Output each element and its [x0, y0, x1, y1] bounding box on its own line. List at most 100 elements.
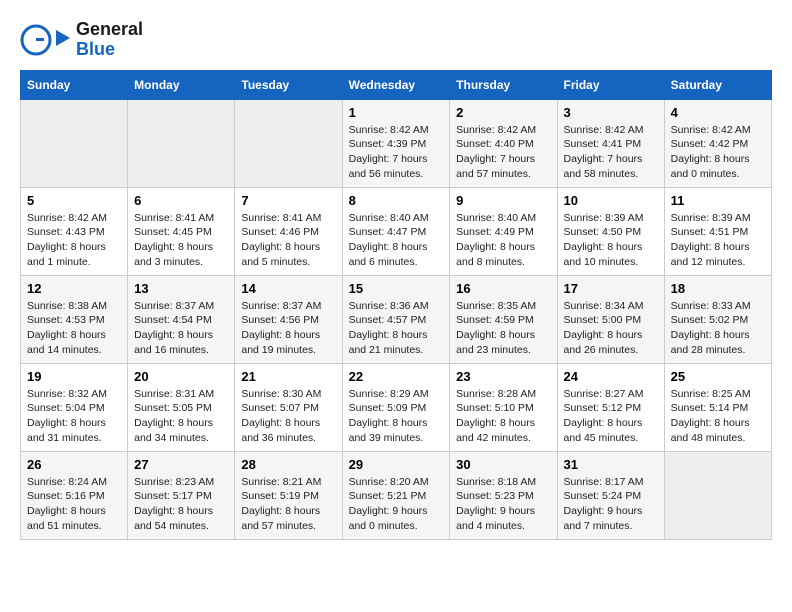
calendar-cell: 23 Sunrise: 8:28 AM Sunset: 5:10 PM Dayli… [450, 363, 557, 451]
calendar-cell: 15 Sunrise: 8:36 AM Sunset: 4:57 PM Dayli… [342, 275, 450, 363]
day-info: Sunrise: 8:25 AM Sunset: 5:14 PM Dayligh… [671, 387, 765, 446]
day-number: 20 [134, 369, 228, 384]
day-info: Sunrise: 8:21 AM Sunset: 5:19 PM Dayligh… [241, 475, 335, 534]
day-number: 19 [27, 369, 121, 384]
calendar-cell: 5 Sunrise: 8:42 AM Sunset: 4:43 PM Daylig… [21, 187, 128, 275]
day-info: Sunrise: 8:35 AM Sunset: 4:59 PM Dayligh… [456, 299, 550, 358]
day-number: 2 [456, 105, 550, 120]
calendar-cell: 25 Sunrise: 8:25 AM Sunset: 5:14 PM Dayli… [664, 363, 771, 451]
weekday-wednesday: Wednesday [342, 70, 450, 99]
logo-blue: Blue [76, 39, 115, 59]
day-number: 5 [27, 193, 121, 208]
day-info: Sunrise: 8:38 AM Sunset: 4:53 PM Dayligh… [27, 299, 121, 358]
calendar-cell: 29 Sunrise: 8:20 AM Sunset: 5:21 PM Dayli… [342, 451, 450, 539]
weekday-friday: Friday [557, 70, 664, 99]
day-info: Sunrise: 8:23 AM Sunset: 5:17 PM Dayligh… [134, 475, 228, 534]
day-number: 29 [349, 457, 444, 472]
calendar-cell: 9 Sunrise: 8:40 AM Sunset: 4:49 PM Daylig… [450, 187, 557, 275]
calendar-cell: 10 Sunrise: 8:39 AM Sunset: 4:50 PM Dayli… [557, 187, 664, 275]
calendar-cell [128, 99, 235, 187]
day-info: Sunrise: 8:17 AM Sunset: 5:24 PM Dayligh… [564, 475, 658, 534]
day-info: Sunrise: 8:36 AM Sunset: 4:57 PM Dayligh… [349, 299, 444, 358]
calendar-cell: 28Sunrise: 8:21 AM Sunset: 5:19 PM Dayli… [235, 451, 342, 539]
day-info: Sunrise: 8:40 AM Sunset: 4:47 PM Dayligh… [349, 211, 444, 270]
calendar-cell: 18Sunrise: 8:33 AM Sunset: 5:02 PM Dayli… [664, 275, 771, 363]
day-number: 31 [564, 457, 658, 472]
day-number: 27 [134, 457, 228, 472]
calendar-cell: 31 Sunrise: 8:17 AM Sunset: 5:24 PM Dayli… [557, 451, 664, 539]
weekday-thursday: Thursday [450, 70, 557, 99]
logo-general: General [76, 19, 143, 39]
calendar-cell: 30Sunrise: 8:18 AM Sunset: 5:23 PM Dayli… [450, 451, 557, 539]
day-number: 1 [349, 105, 444, 120]
day-info: Sunrise: 8:40 AM Sunset: 4:49 PM Dayligh… [456, 211, 550, 270]
day-number: 6 [134, 193, 228, 208]
weekday-header-row: SundayMondayTuesdayWednesdayThursdayFrid… [21, 70, 772, 99]
calendar-cell: 7 Sunrise: 8:41 AM Sunset: 4:46 PM Daylig… [235, 187, 342, 275]
calendar-cell: 26Sunrise: 8:24 AM Sunset: 5:16 PM Dayli… [21, 451, 128, 539]
day-number: 23 [456, 369, 550, 384]
week-row-2: 5 Sunrise: 8:42 AM Sunset: 4:43 PM Daylig… [21, 187, 772, 275]
calendar-table: SundayMondayTuesdayWednesdayThursdayFrid… [20, 70, 772, 540]
day-info: Sunrise: 8:29 AM Sunset: 5:09 PM Dayligh… [349, 387, 444, 446]
calendar-cell [21, 99, 128, 187]
calendar-header: SundayMondayTuesdayWednesdayThursdayFrid… [21, 70, 772, 99]
calendar-cell: 19 Sunrise: 8:32 AM Sunset: 5:04 PM Dayli… [21, 363, 128, 451]
logo: GeneralBlue [20, 20, 143, 60]
calendar-cell: 16Sunrise: 8:35 AM Sunset: 4:59 PM Dayli… [450, 275, 557, 363]
calendar-cell: 11 Sunrise: 8:39 AM Sunset: 4:51 PM Dayli… [664, 187, 771, 275]
calendar-cell: 8 Sunrise: 8:40 AM Sunset: 4:47 PM Daylig… [342, 187, 450, 275]
day-info: Sunrise: 8:42 AM Sunset: 4:41 PM Dayligh… [564, 123, 658, 182]
week-row-5: 26Sunrise: 8:24 AM Sunset: 5:16 PM Dayli… [21, 451, 772, 539]
day-info: Sunrise: 8:28 AM Sunset: 5:10 PM Dayligh… [456, 387, 550, 446]
day-info: Sunrise: 8:39 AM Sunset: 4:50 PM Dayligh… [564, 211, 658, 270]
day-info: Sunrise: 8:42 AM Sunset: 4:39 PM Dayligh… [349, 123, 444, 182]
day-number: 10 [564, 193, 658, 208]
day-number: 3 [564, 105, 658, 120]
day-number: 13 [134, 281, 228, 296]
day-info: Sunrise: 8:37 AM Sunset: 4:54 PM Dayligh… [134, 299, 228, 358]
day-number: 22 [349, 369, 444, 384]
calendar-cell [664, 451, 771, 539]
day-info: Sunrise: 8:39 AM Sunset: 4:51 PM Dayligh… [671, 211, 765, 270]
week-row-4: 19 Sunrise: 8:32 AM Sunset: 5:04 PM Dayli… [21, 363, 772, 451]
day-info: Sunrise: 8:30 AM Sunset: 5:07 PM Dayligh… [241, 387, 335, 446]
day-number: 12 [27, 281, 121, 296]
calendar-cell: 2Sunrise: 8:42 AM Sunset: 4:40 PM Daylig… [450, 99, 557, 187]
weekday-sunday: Sunday [21, 70, 128, 99]
day-info: Sunrise: 8:37 AM Sunset: 4:56 PM Dayligh… [241, 299, 335, 358]
weekday-saturday: Saturday [664, 70, 771, 99]
day-number: 7 [241, 193, 335, 208]
calendar-cell: 21Sunrise: 8:30 AM Sunset: 5:07 PM Dayli… [235, 363, 342, 451]
week-row-3: 12 Sunrise: 8:38 AM Sunset: 4:53 PM Dayli… [21, 275, 772, 363]
day-info: Sunrise: 8:41 AM Sunset: 4:45 PM Dayligh… [134, 211, 228, 270]
day-number: 15 [349, 281, 444, 296]
day-number: 9 [456, 193, 550, 208]
day-number: 8 [349, 193, 444, 208]
calendar-cell: 27 Sunrise: 8:23 AM Sunset: 5:17 PM Dayli… [128, 451, 235, 539]
day-info: Sunrise: 8:24 AM Sunset: 5:16 PM Dayligh… [27, 475, 121, 534]
day-info: Sunrise: 8:41 AM Sunset: 4:46 PM Dayligh… [241, 211, 335, 270]
day-number: 30 [456, 457, 550, 472]
calendar-cell [235, 99, 342, 187]
calendar-body: 1 Sunrise: 8:42 AM Sunset: 4:39 PM Daylig… [21, 99, 772, 539]
day-info: Sunrise: 8:20 AM Sunset: 5:21 PM Dayligh… [349, 475, 444, 534]
calendar-cell: 3 Sunrise: 8:42 AM Sunset: 4:41 PM Daylig… [557, 99, 664, 187]
day-number: 17 [564, 281, 658, 296]
calendar-cell: 14 Sunrise: 8:37 AM Sunset: 4:56 PM Dayli… [235, 275, 342, 363]
day-number: 11 [671, 193, 765, 208]
logo-text: GeneralBlue [76, 20, 143, 60]
calendar-cell: 17Sunrise: 8:34 AM Sunset: 5:00 PM Dayli… [557, 275, 664, 363]
calendar-cell: 1 Sunrise: 8:42 AM Sunset: 4:39 PM Daylig… [342, 99, 450, 187]
day-info: Sunrise: 8:32 AM Sunset: 5:04 PM Dayligh… [27, 387, 121, 446]
header: GeneralBlue [20, 20, 772, 60]
day-info: Sunrise: 8:31 AM Sunset: 5:05 PM Dayligh… [134, 387, 228, 446]
calendar-cell: 12 Sunrise: 8:38 AM Sunset: 4:53 PM Dayli… [21, 275, 128, 363]
calendar-cell: 20 Sunrise: 8:31 AM Sunset: 5:05 PM Dayli… [128, 363, 235, 451]
calendar-cell: 22 Sunrise: 8:29 AM Sunset: 5:09 PM Dayli… [342, 363, 450, 451]
day-number: 14 [241, 281, 335, 296]
day-number: 25 [671, 369, 765, 384]
day-number: 4 [671, 105, 765, 120]
day-info: Sunrise: 8:42 AM Sunset: 4:43 PM Dayligh… [27, 211, 121, 270]
weekday-monday: Monday [128, 70, 235, 99]
